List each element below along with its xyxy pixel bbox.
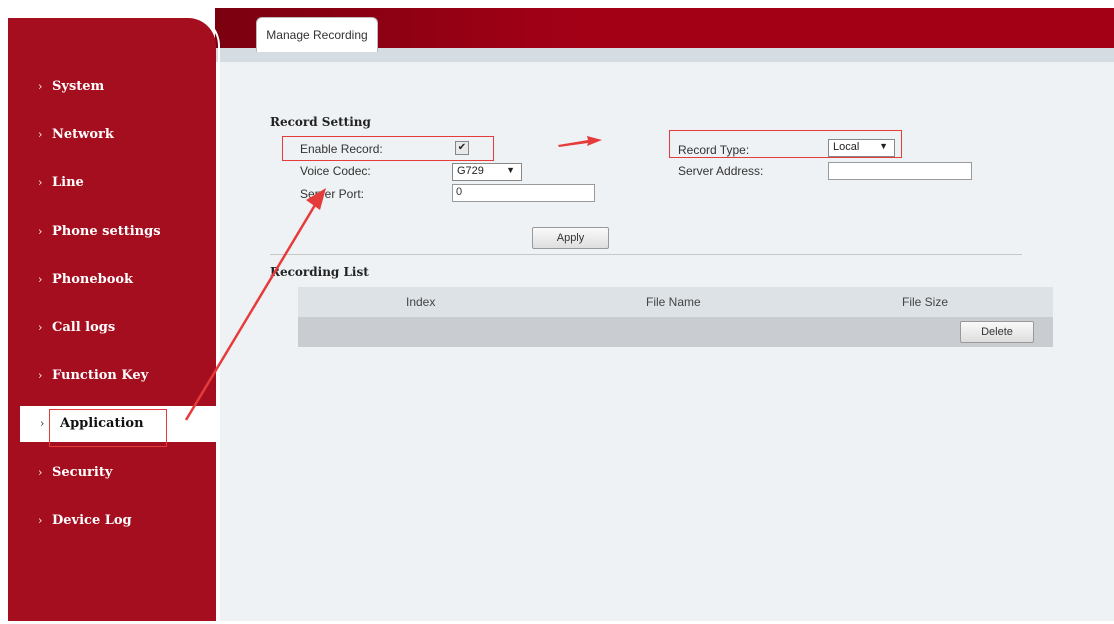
chevron-right-icon: › <box>40 417 45 430</box>
sidebar-item-label: Line <box>52 175 84 190</box>
sidebar-item-label: Function Key <box>52 368 149 383</box>
sidebar-item-function-key[interactable]: › Function Key <box>8 358 216 394</box>
sidebar-item-line[interactable]: › Line <box>8 165 216 201</box>
chevron-right-icon: › <box>38 466 43 479</box>
sidebar-item-label: Phone settings <box>52 224 161 239</box>
apply-button[interactable]: Apply <box>532 227 609 249</box>
delete-button[interactable]: Delete <box>960 321 1034 343</box>
sidebar-item-security[interactable]: › Security <box>8 455 216 491</box>
column-header-index: Index <box>406 295 436 309</box>
server-address-label: Server Address: <box>678 164 764 178</box>
sidebar-item-label: Network <box>52 127 114 142</box>
highlight-record-type <box>669 130 902 158</box>
recording-table-toolbar: Delete <box>298 317 1053 347</box>
voice-codec-label: Voice Codec: <box>300 164 371 178</box>
highlight-enable-record <box>282 136 494 161</box>
sidebar-item-network[interactable]: › Network <box>8 117 216 153</box>
server-address-input[interactable] <box>828 162 972 180</box>
voice-codec-select[interactable]: G729 ▼ <box>452 163 522 181</box>
chevron-right-icon: › <box>38 80 43 93</box>
sidebar-item-label: Security <box>52 465 113 480</box>
sidebar-item-label: Call logs <box>52 320 116 335</box>
server-port-input[interactable]: 0 <box>452 184 595 202</box>
column-header-file-size: File Size <box>902 295 949 309</box>
chevron-right-icon: › <box>38 176 43 189</box>
sidebar-item-system[interactable]: › System <box>8 69 216 105</box>
chevron-right-icon: › <box>38 273 43 286</box>
chevron-right-icon: › <box>38 369 43 382</box>
sidebar-item-device-log[interactable]: › Device Log <box>8 503 216 539</box>
chevron-right-icon: › <box>38 514 43 527</box>
server-port-label: Server Port: <box>300 187 365 201</box>
record-setting-title: Record Setting <box>270 115 371 129</box>
sidebar-item-label: Phonebook <box>52 272 134 287</box>
sidebar-item-label: Device Log <box>52 513 132 528</box>
voice-codec-value: G729 <box>457 165 484 177</box>
chevron-right-icon: › <box>38 225 43 238</box>
chevron-right-icon: › <box>38 321 43 334</box>
recording-table-header: Index File Name File Size <box>298 287 1053 317</box>
recording-list-title: Recording List <box>270 265 369 279</box>
sidebar-item-label: System <box>52 79 105 94</box>
highlight-application <box>49 409 167 447</box>
chevron-right-icon: › <box>38 128 43 141</box>
dropdown-arrow-icon: ▼ <box>506 165 515 175</box>
sidebar-item-call-logs[interactable]: › Call logs <box>8 310 216 346</box>
sidebar-item-phone-settings[interactable]: › Phone settings <box>8 214 216 250</box>
column-header-file-name: File Name <box>646 295 701 309</box>
sidebar-item-phonebook[interactable]: › Phonebook <box>8 262 216 298</box>
section-divider <box>270 254 1022 255</box>
tab-manage-recording[interactable]: Manage Recording <box>256 17 378 52</box>
